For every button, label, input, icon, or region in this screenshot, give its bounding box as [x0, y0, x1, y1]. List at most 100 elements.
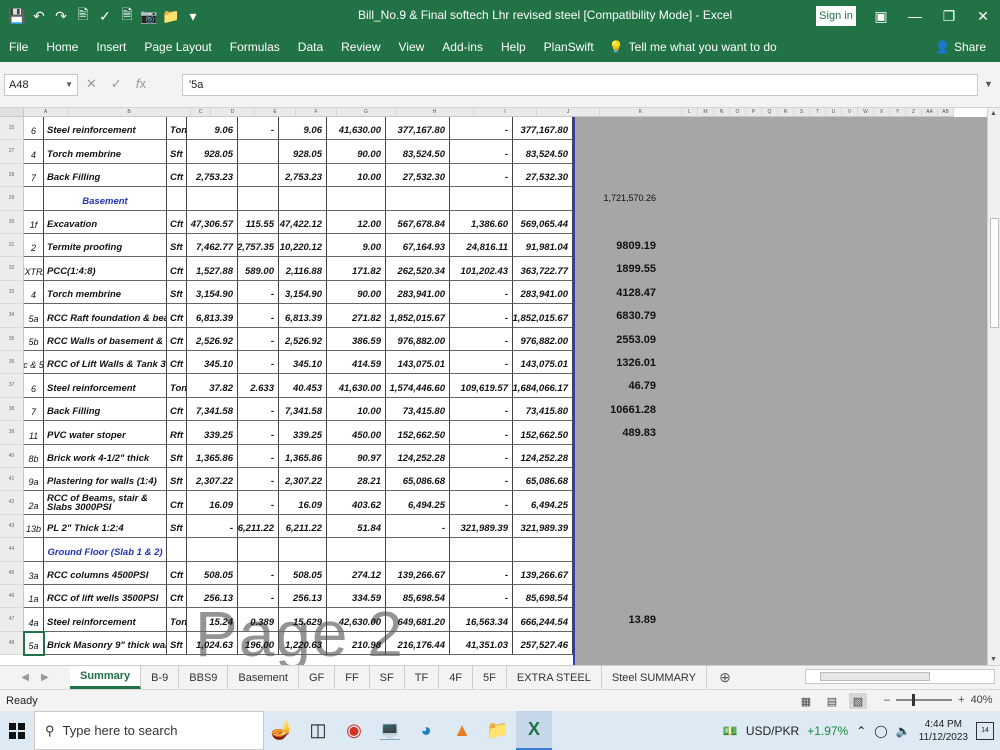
tell-me-box[interactable]: 💡 Tell me what you want to do	[609, 40, 777, 54]
sheet-tab-steel-summary[interactable]: Steel SUMMARY	[602, 666, 708, 689]
cell-d[interactable]	[187, 187, 238, 211]
cell-f[interactable]: 9.06	[279, 117, 327, 141]
cell-g[interactable]: 10.00	[327, 163, 386, 188]
camera-icon[interactable]: 📷	[140, 7, 158, 25]
cell-b[interactable]: Excavation	[44, 210, 167, 234]
tab-insert[interactable]: Insert	[87, 40, 135, 54]
column-header[interactable]: B	[68, 108, 191, 117]
cell-d[interactable]: 15.24	[187, 608, 238, 632]
column-header[interactable]: R	[778, 108, 794, 117]
side-note[interactable]: 10661.28	[600, 404, 656, 416]
volume-icon[interactable]: 🔈	[896, 724, 911, 738]
cell-e[interactable]: -	[238, 561, 279, 585]
cell-b[interactable]: Termite proofing	[44, 234, 167, 258]
sheet-tab-bbs9[interactable]: BBS9	[179, 666, 229, 689]
cell-b[interactable]: Steel reinforcement	[44, 374, 167, 398]
cell-a[interactable]: 5a	[24, 631, 44, 656]
cell-d[interactable]: 7,341.58	[187, 397, 238, 422]
row-header[interactable]: 33	[0, 280, 24, 305]
tab-review[interactable]: Review	[332, 40, 389, 54]
cell-c[interactable]: Cft	[167, 304, 187, 328]
cell-i[interactable]: -	[450, 444, 513, 468]
cell-b[interactable]: RCC of Lift Walls & Tank 3500	[44, 351, 167, 375]
cell-e[interactable]	[238, 140, 279, 164]
diwali-lamp-icon[interactable]: 🪔	[264, 711, 300, 750]
sheet-tab-b9[interactable]: B-9	[141, 666, 180, 689]
cell-j[interactable]: 139,266.67	[513, 561, 573, 585]
cell-i[interactable]: -	[450, 304, 513, 328]
cell-e[interactable]: -	[238, 351, 279, 375]
cell-g[interactable]: 171.82	[327, 257, 386, 281]
cell-h[interactable]: 152,662.50	[386, 421, 450, 445]
open-folder-icon[interactable]: 📁	[162, 7, 180, 25]
cell-h[interactable]: 85,698.54	[386, 585, 450, 609]
clock[interactable]: 4:44 PM 11/12/2023	[919, 718, 968, 744]
cell-c[interactable]: Sft	[167, 444, 187, 468]
cell-b[interactable]: Brick Masonry 9" thick wall	[44, 631, 167, 656]
column-header[interactable]: W	[858, 108, 874, 117]
cell-e[interactable]: -	[238, 304, 279, 328]
cell-i[interactable]: -	[450, 468, 513, 492]
app-icon[interactable]: 💻	[372, 711, 408, 750]
cell-a[interactable]: 2	[24, 234, 44, 258]
cell-i[interactable]	[450, 538, 513, 562]
cell-j[interactable]: 321,989.39	[513, 514, 573, 539]
row-header[interactable]: 35	[0, 327, 24, 351]
cell-h[interactable]: 6,494.25	[386, 491, 450, 515]
minimize-icon[interactable]: —	[898, 0, 932, 32]
cell-c[interactable]: Cft	[167, 257, 187, 281]
cell-f[interactable]	[279, 538, 327, 562]
cell-h[interactable]: 976,882.00	[386, 327, 450, 351]
cell-i[interactable]: -	[450, 140, 513, 164]
cell-i[interactable]: 101,202.43	[450, 257, 513, 281]
column-header[interactable]: AB	[938, 108, 954, 117]
cell-a[interactable]: 6	[24, 374, 44, 398]
cell-a[interactable]: 1a	[24, 585, 44, 609]
cell-g[interactable]: 51.84	[327, 514, 386, 539]
cell-i[interactable]: 24,816.11	[450, 234, 513, 258]
cell-e[interactable]: -	[238, 468, 279, 492]
chevron-down-icon[interactable]: ▼	[65, 75, 73, 95]
cell-b[interactable]: Torch membrine	[44, 280, 167, 305]
cell-i[interactable]: 321,989.39	[450, 514, 513, 539]
cell-i[interactable]: 41,351.03	[450, 631, 513, 656]
cell-b[interactable]: PL 2" Thick 1:2:4	[44, 514, 167, 539]
cell-a[interactable]: 1f	[24, 210, 44, 234]
cell-h[interactable]: 649,681.20	[386, 608, 450, 632]
cell-e[interactable]: 2,757.35	[238, 234, 279, 258]
tab-file[interactable]: File	[0, 40, 37, 54]
formula-input[interactable]: '5a	[182, 74, 978, 96]
cell-j[interactable]	[513, 187, 573, 211]
restore-icon[interactable]: ❐	[932, 0, 966, 32]
cell-b[interactable]: Plastering for walls (1:4)	[44, 468, 167, 492]
tab-planswift[interactable]: PlanSwift	[535, 40, 603, 54]
cancel-icon[interactable]: ✕	[86, 76, 97, 92]
cell-e[interactable]: -	[238, 327, 279, 351]
cell-c[interactable]: Cft	[167, 397, 187, 422]
cell-j[interactable]: 83,524.50	[513, 140, 573, 164]
side-note[interactable]: 9809.19	[600, 240, 656, 252]
customize-qat-icon[interactable]: ▾	[184, 7, 202, 25]
cell-f[interactable]	[279, 187, 327, 211]
cell-c[interactable]: Cft	[167, 210, 187, 234]
cell-g[interactable]: 90.00	[327, 140, 386, 164]
excel-icon[interactable]: X	[516, 711, 552, 750]
cell-f[interactable]: 6,813.39	[279, 304, 327, 328]
row-header[interactable]: 32	[0, 257, 24, 281]
cell-f[interactable]: 47,422.12	[279, 210, 327, 234]
cell-a[interactable]	[24, 538, 44, 562]
cell-e[interactable]: -	[238, 491, 279, 515]
cell-d[interactable]: 7,462.77	[187, 234, 238, 258]
cell-j[interactable]: 85,698.54	[513, 585, 573, 609]
cell-a[interactable]	[24, 187, 44, 211]
cell-a[interactable]: 6	[24, 117, 44, 141]
column-header[interactable]: V	[842, 108, 858, 117]
cell-c[interactable]: Sft	[167, 631, 187, 656]
cell-e[interactable]	[238, 538, 279, 562]
column-header[interactable]: O	[730, 108, 746, 117]
scroll-down-icon[interactable]: ▼	[990, 656, 997, 663]
column-header[interactable]: C	[191, 108, 211, 117]
row-header[interactable]: 34	[0, 304, 24, 328]
cell-f[interactable]: 508.05	[279, 561, 327, 585]
cell-d[interactable]: 1,527.88	[187, 257, 238, 281]
